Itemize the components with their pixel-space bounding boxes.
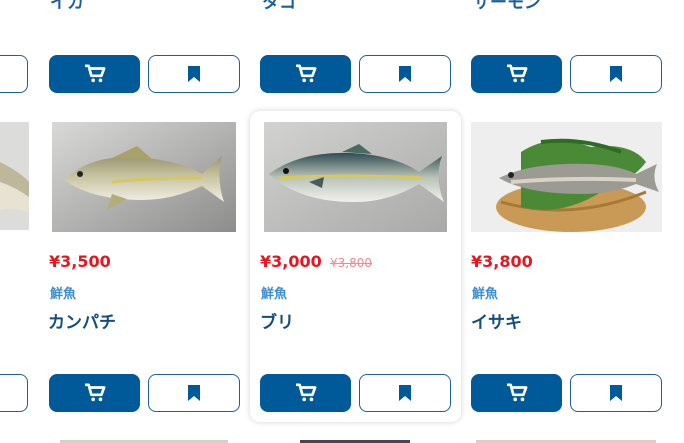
bookmark-icon — [610, 66, 622, 82]
add-to-cart-button[interactable] — [471, 55, 562, 93]
product-name[interactable]: ブリ — [260, 308, 294, 333]
product-category: 鮮魚 — [261, 287, 288, 302]
bookmark-button[interactable] — [570, 55, 662, 93]
add-to-cart-button[interactable] — [49, 55, 140, 93]
cart-icon — [84, 64, 105, 83]
add-to-cart-button[interactable] — [260, 374, 351, 412]
kanpachi-fish-image — [52, 122, 236, 232]
cart-icon — [295, 383, 316, 402]
product-image[interactable] — [52, 122, 236, 232]
bookmark-button-partial[interactable] — [0, 55, 28, 93]
cart-icon — [506, 64, 527, 83]
add-to-cart-button[interactable] — [471, 374, 562, 412]
product-name[interactable]: カンパチ — [48, 308, 116, 333]
buri-fish-image — [264, 122, 447, 232]
product-name-top-2: タコ — [262, 0, 296, 13]
product-name-top-3: サーモン — [473, 0, 541, 13]
bookmark-button[interactable] — [148, 374, 240, 412]
product-category: 鮮魚 — [472, 287, 499, 302]
product-category: 鮮魚 — [50, 287, 77, 302]
bookmark-icon — [399, 385, 411, 401]
product-price: ¥3,000 — [260, 252, 322, 271]
product-price: ¥3,800 — [471, 252, 533, 271]
bookmark-icon — [399, 66, 411, 82]
product-price: ¥3,500 — [49, 252, 111, 271]
cart-icon — [506, 383, 527, 402]
bookmark-icon — [610, 385, 622, 401]
bookmark-button[interactable] — [359, 55, 451, 93]
product-name[interactable]: イサキ — [471, 308, 522, 333]
product-original-price: ¥3,800 — [330, 256, 372, 270]
bookmark-icon — [188, 66, 200, 82]
cart-icon — [84, 383, 105, 402]
product-name-top-1: イカ — [50, 0, 84, 13]
fish-image — [0, 122, 29, 230]
product-image[interactable] — [471, 122, 662, 232]
isaki-fish-image — [471, 122, 662, 232]
add-to-cart-button[interactable] — [260, 55, 351, 93]
bookmark-button[interactable] — [148, 55, 240, 93]
add-to-cart-button[interactable] — [49, 374, 140, 412]
bookmark-button-partial[interactable] — [0, 374, 28, 412]
product-image[interactable] — [264, 122, 447, 232]
bookmark-icon — [188, 385, 200, 401]
product-image-partial[interactable] — [0, 122, 29, 230]
bookmark-button[interactable] — [359, 374, 451, 412]
bookmark-button[interactable] — [570, 374, 662, 412]
cart-icon — [295, 64, 316, 83]
